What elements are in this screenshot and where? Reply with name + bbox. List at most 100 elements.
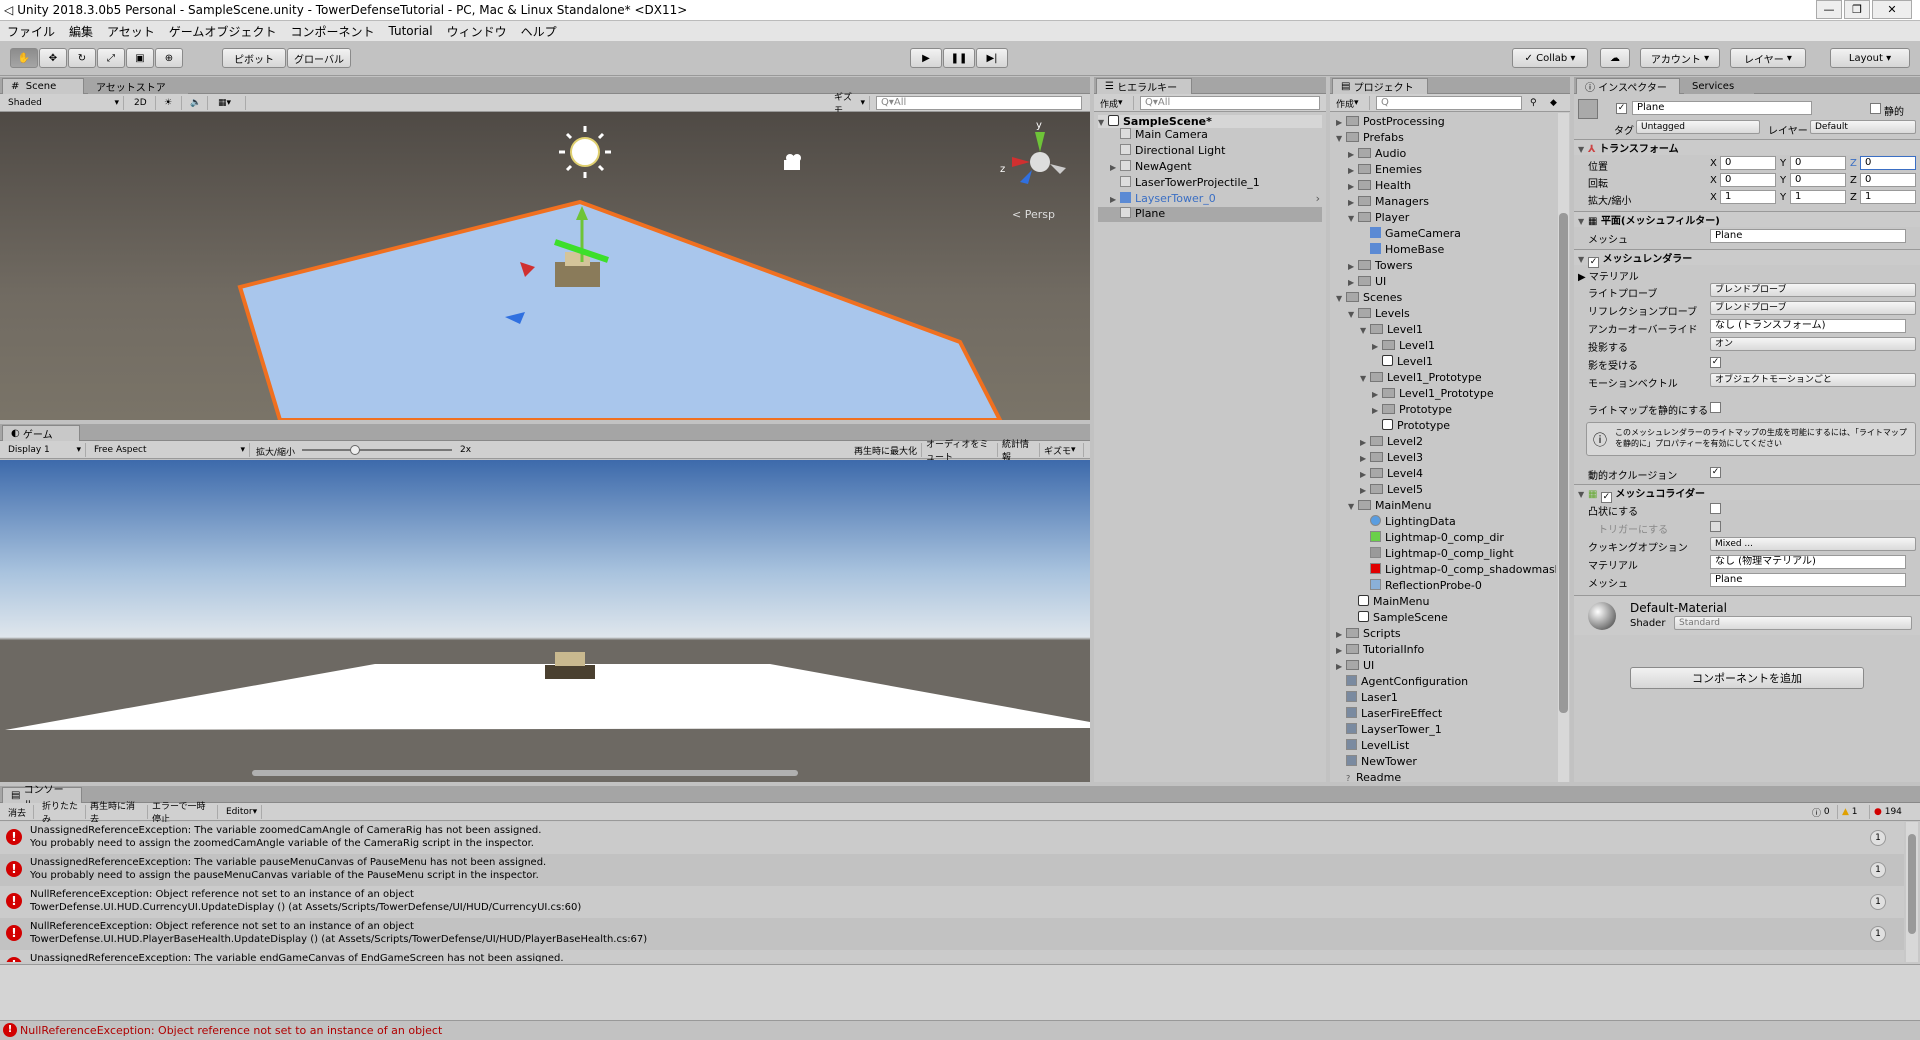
expanded-arrow-icon[interactable]: ▼ [1360,372,1370,385]
console-error-pause-toggle[interactable]: エラーで一時停止 [148,802,218,825]
project-item[interactable]: Laser1 [1336,691,1398,704]
transform-header[interactable]: ▼ ⅄ トランスフォーム [1574,139,1920,155]
game-viewport[interactable] [0,460,1090,782]
project-create-dropdown[interactable]: 作成 ▾ [1332,96,1370,110]
project-item[interactable]: ▼ Level1 [1360,323,1423,336]
project-item[interactable]: ▼ Levels [1348,307,1410,320]
pivot-toggle[interactable]: ピボット [222,48,286,68]
project-item[interactable]: ▶ Level1_Prototype [1372,387,1494,400]
filter-by-label-button[interactable]: ◆ [1546,96,1566,110]
static-checkbox[interactable] [1870,103,1881,114]
pos-x-input[interactable]: 0 [1720,156,1776,170]
project-scrollbar[interactable] [1558,113,1569,782]
maximize-on-play-toggle[interactable]: 再生時に最大化 [850,443,922,457]
layers-dropdown[interactable]: レイヤー ▾ [1730,48,1806,68]
project-item[interactable]: GameCamera [1360,227,1461,240]
cloud-button[interactable]: ☁ [1600,48,1630,68]
hand-tool-button[interactable]: ✋ [10,48,38,68]
scale-tool-button[interactable]: ⤢ [97,48,125,68]
effects-dropdown[interactable]: ▦ ▾ [214,96,246,110]
console-editor-dropdown[interactable]: Editor ▾ [222,805,262,819]
collapsed-arrow-icon[interactable]: ▶ [1360,452,1370,465]
menu-tutorial[interactable]: Tutorial [381,24,439,38]
scene-gizmos-dropdown[interactable]: ギズモ ▾ [830,93,870,116]
meshfilter-header[interactable]: ▼ ▦ 平面(メッシュフィルター) [1574,211,1920,227]
project-item[interactable]: ? Readme [1336,771,1401,782]
axis-y-label[interactable]: Y [1780,192,1786,203]
shader-dropdown[interactable]: Standard [1674,616,1912,630]
dynamic-occlusion-checkbox[interactable]: ✓ [1710,467,1721,478]
console-scrollbar-thumb[interactable] [1908,834,1916,934]
game-scrollbar[interactable] [252,770,798,776]
project-item[interactable]: ▼ Level1_Prototype [1360,371,1482,384]
hierarchy-item-selected[interactable]: Plane [1098,207,1322,222]
renderer-header[interactable]: ▼ ✓ メッシュレンダラー [1574,249,1920,268]
project-item[interactable]: ▶ Prototype [1372,403,1452,416]
project-item[interactable]: Lightmap-0_comp_light [1360,547,1514,560]
console-clear-button[interactable]: 消去 [4,805,34,819]
axis-x-label[interactable]: X [1710,192,1717,203]
mute-audio-toggle[interactable]: オーディオをミュート [922,440,998,463]
rotate-tool-button[interactable]: ↻ [68,48,96,68]
expanded-arrow-icon[interactable]: ▼ [1336,292,1346,305]
game-gizmos-dropdown[interactable]: ギズモ ▾ [1040,443,1084,457]
scale-slider[interactable] [302,445,452,455]
project-item[interactable]: ▶ Level4 [1360,467,1423,480]
pos-y-input[interactable]: 0 [1790,156,1846,170]
project-item[interactable]: Lightmap-0_comp_dir [1360,531,1504,544]
hierarchy-scene-row[interactable]: ▼ SampleScene* [1098,115,1322,128]
project-search-input[interactable]: Q [1376,96,1522,110]
axis-x-label[interactable]: X [1710,175,1717,186]
step-button[interactable]: ▶| [976,48,1008,68]
project-item[interactable]: MainMenu [1348,595,1429,608]
receive-shadows-checkbox[interactable]: ✓ [1710,357,1721,368]
tab-scene[interactable]: # Scene [2,78,84,94]
project-item[interactable]: ▼ Player [1348,211,1409,224]
expanded-arrow-icon[interactable]: ▼ [1348,308,1358,321]
project-item[interactable]: Lightmap-0_comp_shadowmask [1360,563,1556,576]
scl-y-input[interactable]: 1 [1790,190,1846,204]
project-item[interactable]: NewTower [1336,755,1417,768]
project-item[interactable]: ▶ Enemies [1348,163,1422,176]
collapsed-arrow-icon[interactable]: ▶ [1372,404,1382,417]
expanded-arrow-icon[interactable]: ▼ [1348,212,1358,225]
axis-z-label[interactable]: Z [1850,192,1857,203]
axis-z-label[interactable]: Z [1850,158,1857,169]
layer-dropdown[interactable]: Default [1810,120,1916,134]
project-item[interactable]: ▼ Prefabs [1336,131,1404,144]
project-item[interactable]: ▶ Level3 [1360,451,1423,464]
project-item[interactable]: SampleScene [1348,611,1448,624]
shading-dropdown[interactable]: Shaded ▾ [4,96,124,110]
hierarchy-item[interactable]: Directional Light [1110,144,1225,157]
collapsed-arrow-icon[interactable]: ▶ [1348,164,1358,177]
collapsed-arrow-icon[interactable]: ▶ [1372,388,1382,401]
error-count-toggle[interactable]: ● 194 [1870,805,1914,819]
project-item[interactable]: LayserTower_1 [1336,723,1442,736]
collider-enabled-checkbox[interactable]: ✓ [1600,492,1612,503]
global-toggle[interactable]: グローバル [287,48,351,68]
projection-label[interactable]: < Persp [1012,208,1055,221]
object-name-input[interactable]: Plane [1632,101,1812,115]
project-item[interactable]: ▶ Health [1348,179,1411,192]
project-item[interactable]: ▶ PostProcessing [1336,115,1445,128]
project-item[interactable]: ReflectionProbe-0 [1360,579,1482,592]
axis-x-label[interactable]: X [1710,158,1717,169]
collider-mesh-field[interactable]: Plane [1710,573,1906,587]
axis-y-label[interactable]: Y [1780,158,1786,169]
maximize-button[interactable]: ❐ [1844,0,1870,19]
project-item[interactable]: Prototype [1372,419,1450,432]
console-log-entry[interactable]: ! UnassignedReferenceException: The varia… [0,822,1904,854]
collapsed-arrow-icon[interactable]: ▶ [1360,468,1370,481]
aspect-dropdown[interactable]: Free Aspect ▾ [90,443,250,457]
console-collapse-toggle[interactable]: 折りたたみ [38,802,86,825]
console-scrollbar[interactable] [1906,822,1918,962]
project-item[interactable]: ▶ Level1 [1372,339,1435,352]
expanded-arrow-icon[interactable]: ▼ [1360,324,1370,337]
menu-help[interactable]: ヘルプ [514,23,564,40]
collapsed-arrow-icon[interactable]: ▶ [1336,628,1346,641]
account-dropdown[interactable]: アカウント ▾ [1640,48,1720,68]
expanded-arrow-icon[interactable]: ▼ [1348,500,1358,513]
lighting-toggle[interactable]: ☀ [160,96,182,110]
add-component-button[interactable]: コンポーネントを追加 [1630,667,1864,689]
warning-count-toggle[interactable]: ▲ 1 [1838,805,1870,819]
